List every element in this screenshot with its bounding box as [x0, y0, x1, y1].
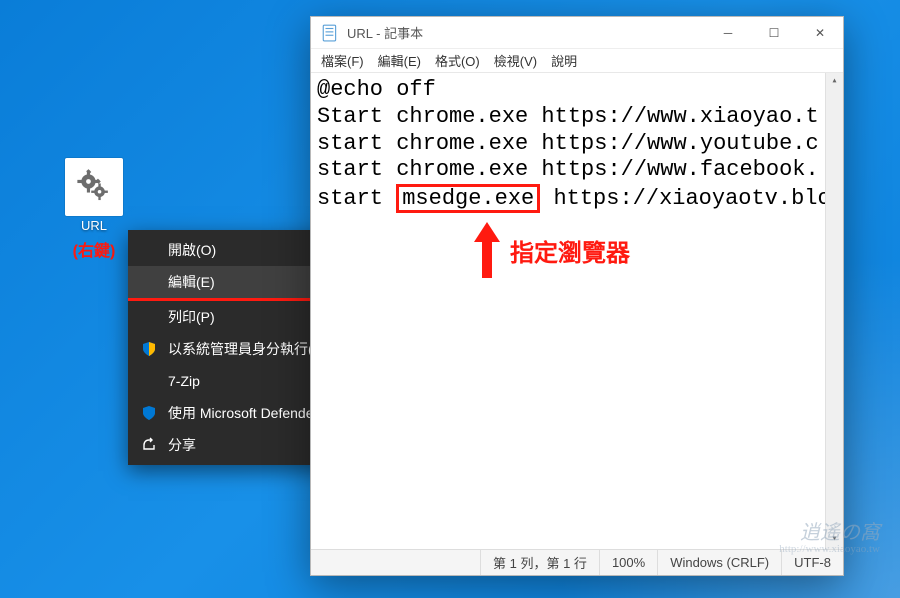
notepad-app-icon — [321, 24, 339, 42]
desktop-icon-label: URL — [81, 218, 107, 233]
status-eol: Windows (CRLF) — [657, 550, 781, 575]
window-title: URL - 記事本 — [347, 23, 423, 42]
share-icon — [140, 437, 158, 453]
menu-help[interactable]: 說明 — [551, 51, 577, 70]
batch-file-thumbnail — [65, 158, 123, 216]
menubar: 檔案(F) 編輯(E) 格式(O) 檢視(V) 說明 — [311, 49, 843, 73]
code-text: start — [317, 186, 396, 211]
annotation-specify-browser: 指定瀏覽器 — [472, 220, 630, 280]
code-line: start chrome.exe https://www.youtube.c — [317, 131, 837, 158]
ctx-item-label: 編輯(E) — [168, 272, 215, 292]
status-zoom: 100% — [599, 550, 657, 575]
scroll-down-button[interactable]: ▾ — [826, 531, 843, 549]
desktop-batch-file-icon[interactable]: URL (右鍵) — [58, 158, 130, 261]
code-line: Start chrome.exe https://www.xiaoyao.t — [317, 104, 837, 131]
ctx-item-label: 以系統管理員身分執行(A) — [168, 339, 327, 359]
titlebar[interactable]: URL - 記事本 ─ ☐ ✕ — [311, 17, 843, 49]
arrow-up-icon — [472, 220, 502, 280]
code-line: start msedge.exe https://xiaoyaotv.blo — [317, 184, 837, 213]
status-encoding: UTF-8 — [781, 550, 843, 575]
shield-icon — [140, 341, 158, 357]
ctx-item-label: 開啟(O) — [168, 240, 216, 260]
text-area[interactable]: @echo off Start chrome.exe https://www.x… — [311, 73, 843, 549]
defender-icon — [140, 405, 158, 421]
code-line: @echo off — [317, 77, 837, 104]
highlighted-token: msedge.exe — [396, 184, 540, 213]
minimize-button[interactable]: ─ — [705, 17, 751, 49]
menu-edit[interactable]: 編輯(E) — [378, 51, 421, 70]
ctx-item-label: 列印(P) — [168, 307, 215, 327]
code-line: start chrome.exe https://www.facebook. — [317, 157, 837, 184]
ctx-item-label: 7-Zip — [168, 373, 200, 389]
annotation-label: 指定瀏覽器 — [510, 233, 630, 268]
notepad-window: URL - 記事本 ─ ☐ ✕ 檔案(F) 編輯(E) 格式(O) 檢視(V) … — [310, 16, 844, 576]
menu-view[interactable]: 檢視(V) — [494, 51, 537, 70]
menu-file[interactable]: 檔案(F) — [321, 51, 364, 70]
gears-icon — [75, 168, 113, 206]
window-controls: ─ ☐ ✕ — [705, 17, 843, 49]
ctx-item-label: 分享 — [168, 435, 196, 455]
menu-format[interactable]: 格式(O) — [435, 51, 480, 70]
statusbar: 第 1 列，第 1 行 100% Windows (CRLF) UTF-8 — [311, 549, 843, 575]
code-text: https://xiaoyaotv.blo — [540, 186, 830, 211]
scroll-up-button[interactable]: ▴ — [826, 73, 843, 91]
right-click-hint: (右鍵) — [73, 237, 116, 261]
maximize-button[interactable]: ☐ — [751, 17, 797, 49]
vertical-scrollbar[interactable]: ▴ ▾ — [825, 73, 843, 549]
status-spacer — [311, 550, 480, 575]
close-button[interactable]: ✕ — [797, 17, 843, 49]
status-position: 第 1 列，第 1 行 — [480, 550, 599, 575]
